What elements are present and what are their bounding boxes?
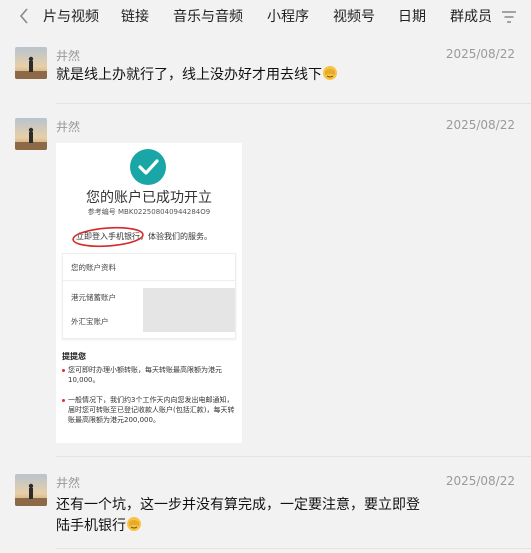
message-time: 2025/08/22 xyxy=(445,474,515,488)
bullet-icon xyxy=(62,369,65,372)
message-text[interactable]: 还有一个坑，这一步并没有算完成，一定要注意，要立即登 陆手机银行 xyxy=(56,495,420,537)
image-reference: 参考编号 MBK022508040944284O9 xyxy=(87,208,211,216)
divider xyxy=(56,456,531,457)
sender-name: 井然 xyxy=(56,49,81,63)
facepalm-emoji-icon xyxy=(126,516,142,532)
avatar[interactable] xyxy=(15,474,47,506)
sender-name: 井然 xyxy=(56,476,81,490)
divider xyxy=(56,103,531,104)
tab-members[interactable]: 群成员 xyxy=(450,8,492,26)
account-card: 您的账户资料 港元储蓄账户 外汇宝账户 xyxy=(62,253,236,339)
tab-music[interactable]: 音乐与音频 xyxy=(173,8,243,26)
avatar[interactable] xyxy=(15,47,47,79)
tab-channels[interactable]: 视频号 xyxy=(333,8,375,26)
image-title: 您的账户已成功开立 xyxy=(86,190,212,206)
bullet-icon xyxy=(62,399,65,402)
tab-date[interactable]: 日期 xyxy=(398,8,426,26)
tab-links[interactable]: 链接 xyxy=(121,8,149,26)
chevron-left-icon[interactable] xyxy=(18,7,36,27)
message-time: 2025/08/22 xyxy=(445,118,515,132)
message-time: 2025/08/22 xyxy=(445,47,515,61)
tab-bar: 片与视频 链接 音乐与音频 小程序 视频号 日期 群成员 xyxy=(0,0,531,34)
red-circle-annotation xyxy=(72,226,144,248)
check-circle-icon xyxy=(130,149,166,185)
card-title: 您的账户资料 xyxy=(71,263,116,272)
tab-media[interactable]: 片与视频 xyxy=(43,8,99,26)
tip-text: 您可即时办理小额转账，每天转账最高限额为港元10,000。 xyxy=(68,366,222,384)
filter-icon[interactable] xyxy=(501,9,517,23)
sender-name: 井然 xyxy=(56,120,81,134)
tab-mini-programs[interactable]: 小程序 xyxy=(267,8,309,26)
account-row: 港元储蓄账户 xyxy=(71,293,116,302)
message-text[interactable]: 就是线上办就行了，线上没办好才用去线下 xyxy=(56,65,338,86)
tip-text: 一般情况下，我们约3个工作天内向您发出电邮通知，届时您可转账至已登记收款人账户(… xyxy=(68,396,235,424)
redaction-block xyxy=(143,288,235,332)
divider xyxy=(56,548,531,549)
message-text-line: 陆手机银行 xyxy=(56,516,420,537)
message-text-line: 还有一个坑，这一步并没有算完成，一定要注意，要立即登 xyxy=(56,497,420,513)
message-text-content: 就是线上办就行了，线上没办好才用去线下 xyxy=(56,67,322,83)
divider xyxy=(63,280,235,281)
tips-title: 提提您 xyxy=(62,352,86,361)
facepalm-emoji-icon xyxy=(322,65,338,81)
account-row: 外汇宝账户 xyxy=(71,317,109,326)
avatar[interactable] xyxy=(15,118,47,150)
image-attachment[interactable]: 您的账户已成功开立 参考编号 MBK022508040944284O9 立即登入… xyxy=(56,143,242,443)
message-text-content: 陆手机银行 xyxy=(56,518,126,534)
